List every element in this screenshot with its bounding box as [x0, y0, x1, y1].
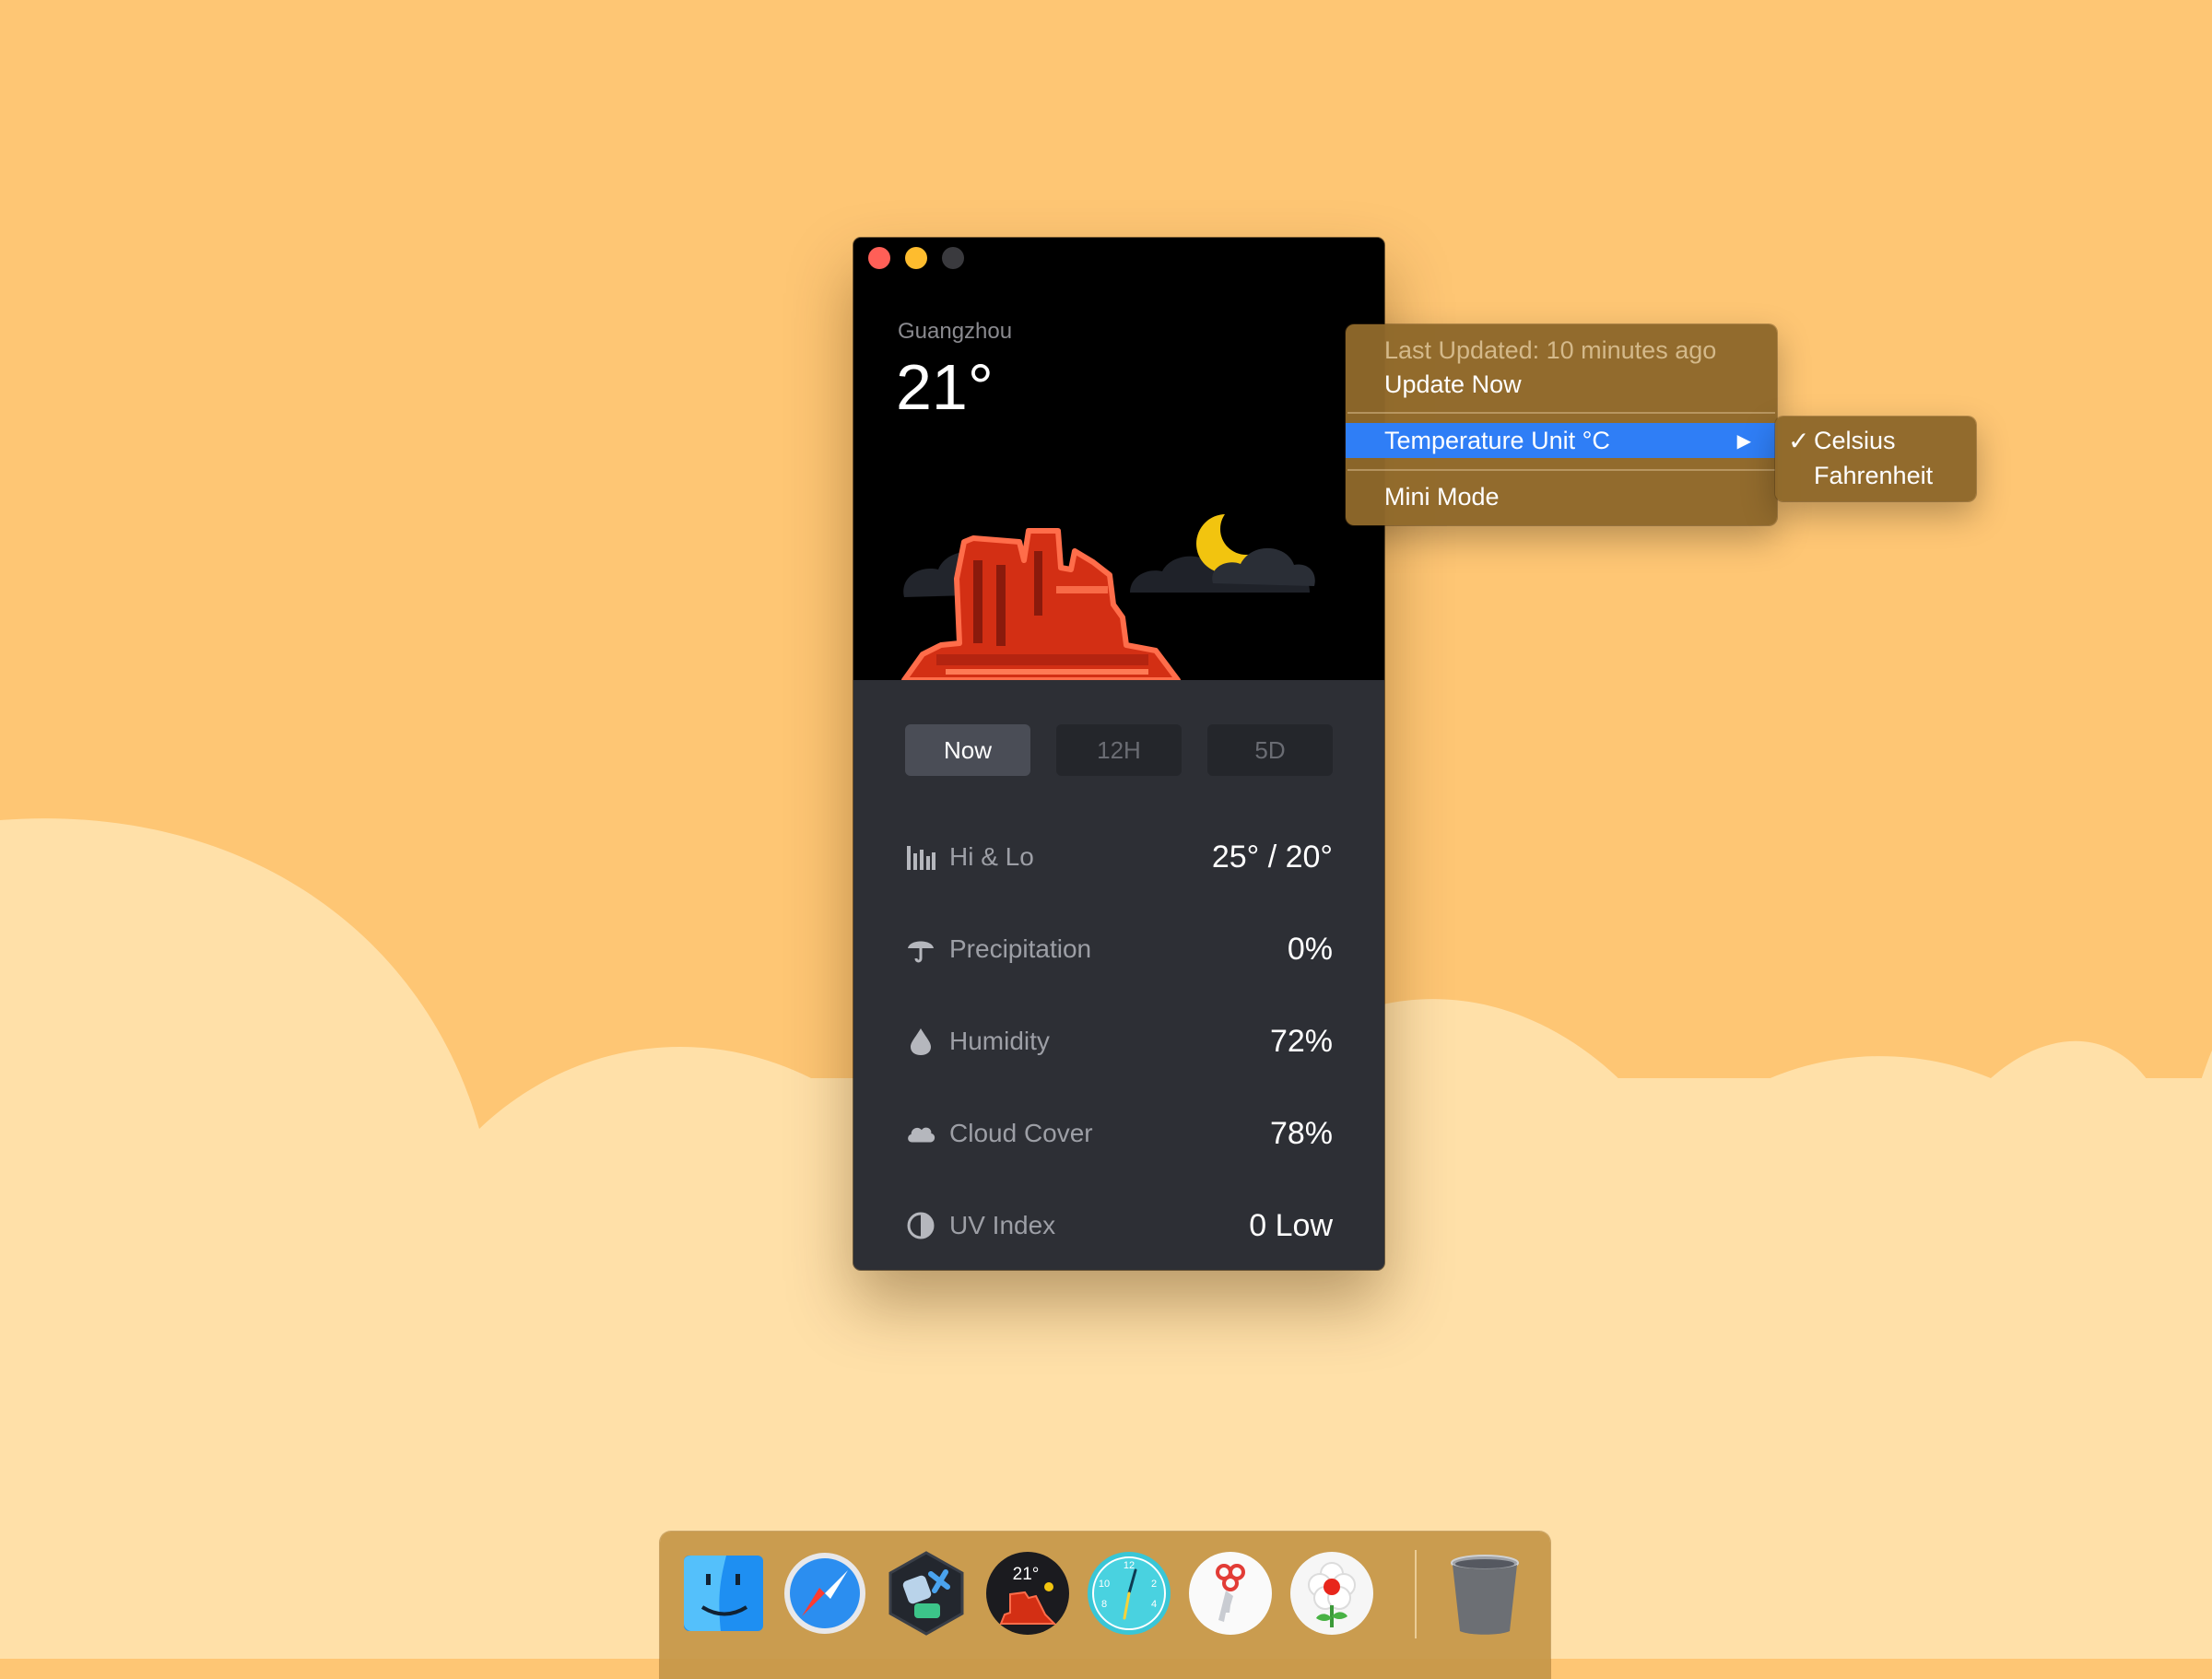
metric-label: Cloud Cover	[949, 1119, 1093, 1147]
tab-now[interactable]: Now	[905, 724, 1030, 776]
weather-app-badge: 21°	[1013, 1565, 1040, 1584]
city-name: Guangzhou	[898, 319, 1013, 344]
metric-value: 0%	[1287, 931, 1333, 967]
close-button[interactable]	[868, 247, 890, 269]
menu-item-last-updated: Last Updated: 10 minutes ago	[1384, 335, 1717, 364]
clock-number: 10	[1099, 1579, 1110, 1590]
submenu-item-label: Fahrenheit	[1814, 461, 1934, 489]
clock-icon[interactable]: 12 2 4 8 10	[1086, 1550, 1172, 1637]
checkmark-icon: ✓	[1788, 426, 1810, 455]
menu-separator	[1347, 469, 1775, 471]
safari-icon[interactable]	[782, 1550, 868, 1637]
clock-number: 4	[1151, 1599, 1157, 1610]
submenu-item-label: Celsius	[1814, 426, 1896, 454]
minimize-button[interactable]	[905, 247, 927, 269]
menu-item-temperature-unit[interactable]: Temperature Unit °C ▶	[1346, 423, 1777, 458]
dock: 21° 12 2 4 8 10	[660, 1532, 1550, 1679]
context-menu: Last Updated: 10 minutes ago Update Now …	[1346, 324, 1777, 525]
metric-label: Humidity	[949, 1027, 1050, 1055]
keys-app-icon[interactable]	[1187, 1550, 1274, 1637]
trash-icon[interactable]	[1441, 1550, 1528, 1637]
clock-number: 8	[1101, 1599, 1107, 1610]
clock-number: 12	[1124, 1560, 1135, 1571]
menu-separator	[1347, 412, 1775, 414]
metric-row-humidity: Humidity 72%	[905, 1012, 1333, 1071]
menu-item-mini-mode[interactable]: Mini Mode	[1346, 479, 1777, 514]
temperature-unit-submenu: ✓ Celsius Fahrenheit	[1775, 417, 1976, 501]
metric-row-uv-index: UV Index 0 Low	[905, 1196, 1333, 1255]
weather-window: Guangzhou 21° Now 12H 5D Hi & Lo 25° / 2…	[853, 238, 1384, 1270]
submenu-arrow-icon: ▶	[1736, 430, 1751, 452]
window-controls	[868, 247, 964, 269]
weather-illustration	[901, 503, 1315, 680]
forecast-tabs: Now 12H 5D	[905, 724, 1333, 776]
weather-app-icon[interactable]: 21°	[984, 1550, 1071, 1637]
metric-row-cloud-cover: Cloud Cover 78%	[905, 1104, 1333, 1163]
menu-item-update-now[interactable]: Update Now	[1346, 367, 1777, 402]
metric-value: 72%	[1269, 1023, 1333, 1059]
metric-row-precipitation: Precipitation 0%	[905, 920, 1333, 979]
clock-number: 2	[1151, 1579, 1157, 1590]
menu-item-label: Temperature Unit °C	[1384, 426, 1610, 454]
weather-hero: Guangzhou 21°	[853, 238, 1384, 680]
dock-separator	[1415, 1550, 1417, 1638]
tab-12h[interactable]: 12H	[1056, 724, 1182, 776]
submenu-item-fahrenheit[interactable]: Fahrenheit	[1775, 458, 1976, 493]
app-toolbox-icon[interactable]	[883, 1550, 970, 1637]
metric-label: Precipitation	[949, 934, 1092, 963]
submenu-item-celsius[interactable]: ✓ Celsius	[1775, 423, 1976, 458]
umbrella-icon	[905, 933, 936, 965]
flower-app-icon[interactable]	[1288, 1550, 1375, 1637]
tab-5d[interactable]: 5D	[1207, 724, 1333, 776]
zoom-button[interactable]	[942, 247, 964, 269]
cloud-icon	[905, 1118, 936, 1149]
metric-row-hi-lo: Hi & Lo 25° / 20°	[905, 828, 1333, 886]
bar-chart-icon	[905, 841, 936, 873]
metric-value: 0 Low	[1249, 1207, 1333, 1243]
metric-value: 78%	[1269, 1115, 1333, 1151]
droplet-icon	[905, 1026, 936, 1057]
metric-label: UV Index	[949, 1211, 1056, 1239]
metric-label: Hi & Lo	[949, 842, 1034, 871]
metric-value: 25° / 20°	[1211, 839, 1333, 875]
half-circle-icon	[905, 1210, 936, 1241]
finder-icon[interactable]	[680, 1550, 767, 1637]
